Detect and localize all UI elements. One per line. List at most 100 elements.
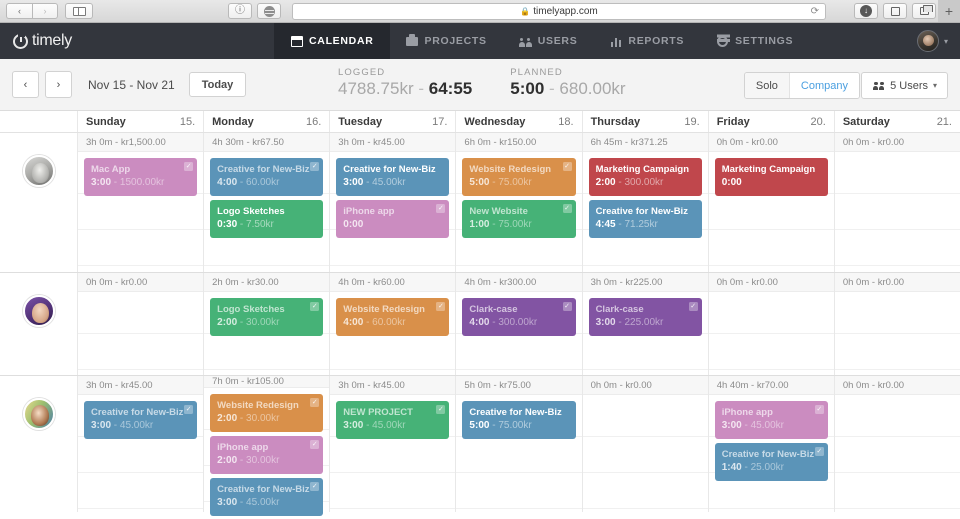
- checkmark-icon[interactable]: ✓: [310, 440, 320, 449]
- time-entry[interactable]: iPhone app 2:00 - 30.00kr ✓: [210, 436, 324, 474]
- day-cell-slots[interactable]: Clark-case 4:00 - 300.00kr ✓: [456, 292, 582, 375]
- nav-item-calendar[interactable]: CALENDAR: [274, 23, 390, 59]
- day-cell[interactable]: 4h 40m - kr70.00 iPhone app 3:00 - 45.00kr…: [708, 376, 835, 512]
- time-entry[interactable]: Website Redesign 4:00 - 60.00kr ✓: [336, 298, 450, 336]
- day-cell-slots[interactable]: Clark-case 3:00 - 225.00kr ✓: [582, 292, 708, 375]
- day-cell[interactable]: 0h 0m - kr0.00: [834, 133, 960, 272]
- time-entry[interactable]: Creative for New-Biz 4:45 - 71.25kr: [588, 200, 702, 238]
- time-entry[interactable]: Mac App 3:00 - 1500.00kr ✓: [84, 158, 198, 196]
- day-cell[interactable]: 3h 0m - kr45.00 Creative for New-Biz 3:00 …: [78, 376, 205, 512]
- reload-icon[interactable]: ⟳: [811, 6, 819, 17]
- time-entry[interactable]: Creative for New-Biz 3:00 - 45.00kr ✓: [210, 478, 324, 516]
- day-cell-slots[interactable]: Creative for New-Biz 3:00 - 45.00kr iPhone…: [330, 152, 456, 272]
- time-entry[interactable]: Logo Sketches 0:30 - 7.50kr: [210, 200, 324, 238]
- time-entry[interactable]: Creative for New-Biz 5:00 - 75.00kr: [462, 401, 576, 439]
- sidebar-toggle-button[interactable]: [65, 3, 93, 19]
- time-entry[interactable]: NEW PROJECT 3:00 - 45.00kr ✓: [336, 401, 450, 439]
- time-entry[interactable]: Clark-case 4:00 - 300.00kr ✓: [462, 298, 576, 336]
- time-entry[interactable]: Marketing Campaign 2:00 - 300.00kr: [588, 158, 702, 196]
- users-filter-button[interactable]: 5 Users ▾: [861, 72, 948, 99]
- day-cell[interactable]: 4h 30m - kr67.50 Creative for New-Biz 4:00…: [204, 133, 331, 272]
- day-cell-slots[interactable]: NEW PROJECT 3:00 - 45.00kr ✓: [330, 395, 456, 512]
- checkmark-icon[interactable]: ✓: [688, 302, 698, 311]
- checkmark-icon[interactable]: ✓: [562, 204, 572, 213]
- brand-logo[interactable]: timely: [0, 23, 274, 59]
- time-entry[interactable]: Creative for New-Biz 1:40 - 25.00kr ✓: [714, 443, 828, 481]
- time-entry[interactable]: New Website 1:00 - 75.00kr ✓: [462, 200, 576, 238]
- day-cell-slots[interactable]: [708, 292, 834, 375]
- tab-overview-button[interactable]: [912, 3, 936, 19]
- checkmark-icon[interactable]: ✓: [310, 398, 320, 407]
- day-cell-slots[interactable]: Creative for New-Biz 4:00 - 60.00kr ✓ Logo …: [204, 152, 330, 272]
- checkmark-icon[interactable]: ✓: [562, 162, 572, 171]
- day-cell-slots[interactable]: [834, 152, 960, 272]
- day-cell[interactable]: 3h 0m - kr225.00 Clark-case 3:00 - 225.00k…: [582, 273, 709, 375]
- day-cell[interactable]: 3h 0m - kr1,500.00 Mac App 3:00 - 1500.00k…: [78, 133, 205, 272]
- checkmark-icon[interactable]: ✓: [184, 162, 194, 171]
- account-menu[interactable]: ▾: [916, 23, 948, 59]
- checkmark-icon[interactable]: ✓: [310, 302, 320, 311]
- share-button[interactable]: [883, 3, 907, 19]
- time-entry[interactable]: Website Redesign 5:00 - 75.00kr ✓: [462, 158, 576, 196]
- checkmark-icon[interactable]: ✓: [184, 405, 194, 414]
- time-entry[interactable]: Creative for New-Biz 3:00 - 45.00kr ✓: [84, 401, 198, 439]
- today-button[interactable]: Today: [188, 72, 247, 97]
- checkmark-icon[interactable]: ✓: [814, 405, 824, 414]
- forward-button[interactable]: ›: [32, 3, 58, 19]
- checkmark-icon[interactable]: ✓: [310, 162, 320, 171]
- time-entry[interactable]: Creative for New-Biz 4:00 - 60.00kr ✓: [210, 158, 324, 196]
- avatar-user-2[interactable]: [22, 295, 55, 327]
- day-cell[interactable]: 3h 0m - kr45.00 Creative for New-Biz 3:00 …: [330, 133, 457, 272]
- downloads-button[interactable]: ↓: [854, 3, 878, 19]
- day-cell-slots[interactable]: Website Redesign 4:00 - 60.00kr ✓: [330, 292, 456, 375]
- day-cell-slots[interactable]: iPhone app 3:00 - 45.00kr ✓ Creative for Ne…: [708, 395, 834, 512]
- day-cell[interactable]: 5h 0m - kr75.00 Creative for New-Biz 5:00 …: [456, 376, 583, 512]
- day-cell-slots[interactable]: Mac App 3:00 - 1500.00kr ✓: [78, 152, 204, 272]
- day-cell-slots[interactable]: Marketing Campaign 0:00: [708, 152, 834, 272]
- avatar-user-1[interactable]: [22, 155, 55, 187]
- day-cell[interactable]: 4h 0m - kr300.00 Clark-case 4:00 - 300.00k…: [456, 273, 583, 375]
- day-cell[interactable]: 6h 0m - kr150.00 Website Redesign 5:00 - 7…: [456, 133, 583, 272]
- solo-tab[interactable]: Solo: [744, 73, 789, 98]
- day-cell[interactable]: 0h 0m - kr0.00: [78, 273, 205, 375]
- checkmark-icon[interactable]: ✓: [436, 302, 446, 311]
- checkmark-icon[interactable]: ✓: [310, 482, 320, 491]
- day-cell[interactable]: 0h 0m - kr0.00: [834, 376, 960, 512]
- day-cell-slots[interactable]: [78, 292, 204, 375]
- day-cell[interactable]: 6h 45m - kr371.25 Marketing Campaign 2:00 …: [582, 133, 709, 272]
- time-entry[interactable]: Clark-case 3:00 - 225.00kr ✓: [588, 298, 702, 336]
- day-cell[interactable]: 7h 0m - kr105.00 Website Redesign 2:00 - 3…: [204, 376, 331, 519]
- info-button[interactable]: ⓘ: [228, 3, 252, 19]
- new-tab-button[interactable]: +: [938, 0, 960, 22]
- day-cell[interactable]: 0h 0m - kr0.00: [834, 273, 960, 375]
- company-tab[interactable]: Company: [788, 73, 859, 98]
- day-cell-slots[interactable]: [834, 395, 960, 512]
- time-entry[interactable]: Marketing Campaign 0:00: [714, 158, 828, 196]
- day-cell-slots[interactable]: Website Redesign 5:00 - 75.00kr ✓ New Websi…: [456, 152, 582, 272]
- day-cell-slots[interactable]: Creative for New-Biz 3:00 - 45.00kr ✓: [78, 395, 204, 512]
- day-cell-slots[interactable]: [834, 292, 960, 375]
- time-entry[interactable]: Website Redesign 2:00 - 30.00kr ✓: [210, 394, 324, 432]
- time-entry[interactable]: Creative for New-Biz 3:00 - 45.00kr: [336, 158, 450, 196]
- day-cell[interactable]: 0h 0m - kr0.00 Marketing Campaign 0:00: [708, 133, 835, 272]
- prev-week-button[interactable]: ‹: [12, 71, 39, 98]
- nav-item-reports[interactable]: REPORTS: [593, 23, 700, 59]
- nav-item-settings[interactable]: SETTINGS: [700, 23, 809, 59]
- day-cell-slots[interactable]: Marketing Campaign 2:00 - 300.00kr Creativ…: [582, 152, 708, 272]
- nav-item-projects[interactable]: PROJECTS: [390, 23, 503, 59]
- day-cell[interactable]: 4h 0m - kr60.00 Website Redesign 4:00 - 60…: [330, 273, 457, 375]
- time-entry[interactable]: Logo Sketches 2:00 - 30.00kr ✓: [210, 298, 324, 336]
- day-cell[interactable]: 3h 0m - kr45.00 NEW PROJECT 3:00 - 45.00kr…: [330, 376, 457, 512]
- checkmark-icon[interactable]: ✓: [436, 204, 446, 213]
- back-button[interactable]: ‹: [6, 3, 32, 19]
- day-cell-slots[interactable]: Logo Sketches 2:00 - 30.00kr ✓: [204, 292, 330, 375]
- url-bar[interactable]: 🔒 timelyapp.com ⟳: [292, 3, 826, 20]
- day-cell[interactable]: 2h 0m - kr30.00 Logo Sketches 2:00 - 30.00…: [204, 273, 331, 375]
- next-week-button[interactable]: ›: [45, 71, 72, 98]
- day-cell-slots[interactable]: Creative for New-Biz 5:00 - 75.00kr: [456, 395, 582, 512]
- time-entry[interactable]: iPhone app 0:00 ✓: [336, 200, 450, 238]
- day-cell-slots[interactable]: Website Redesign 2:00 - 30.00kr ✓ iPhone ap…: [204, 388, 330, 519]
- checkmark-icon[interactable]: ✓: [814, 447, 824, 456]
- day-cell[interactable]: 0h 0m - kr0.00: [582, 376, 709, 512]
- checkmark-icon[interactable]: ✓: [436, 405, 446, 414]
